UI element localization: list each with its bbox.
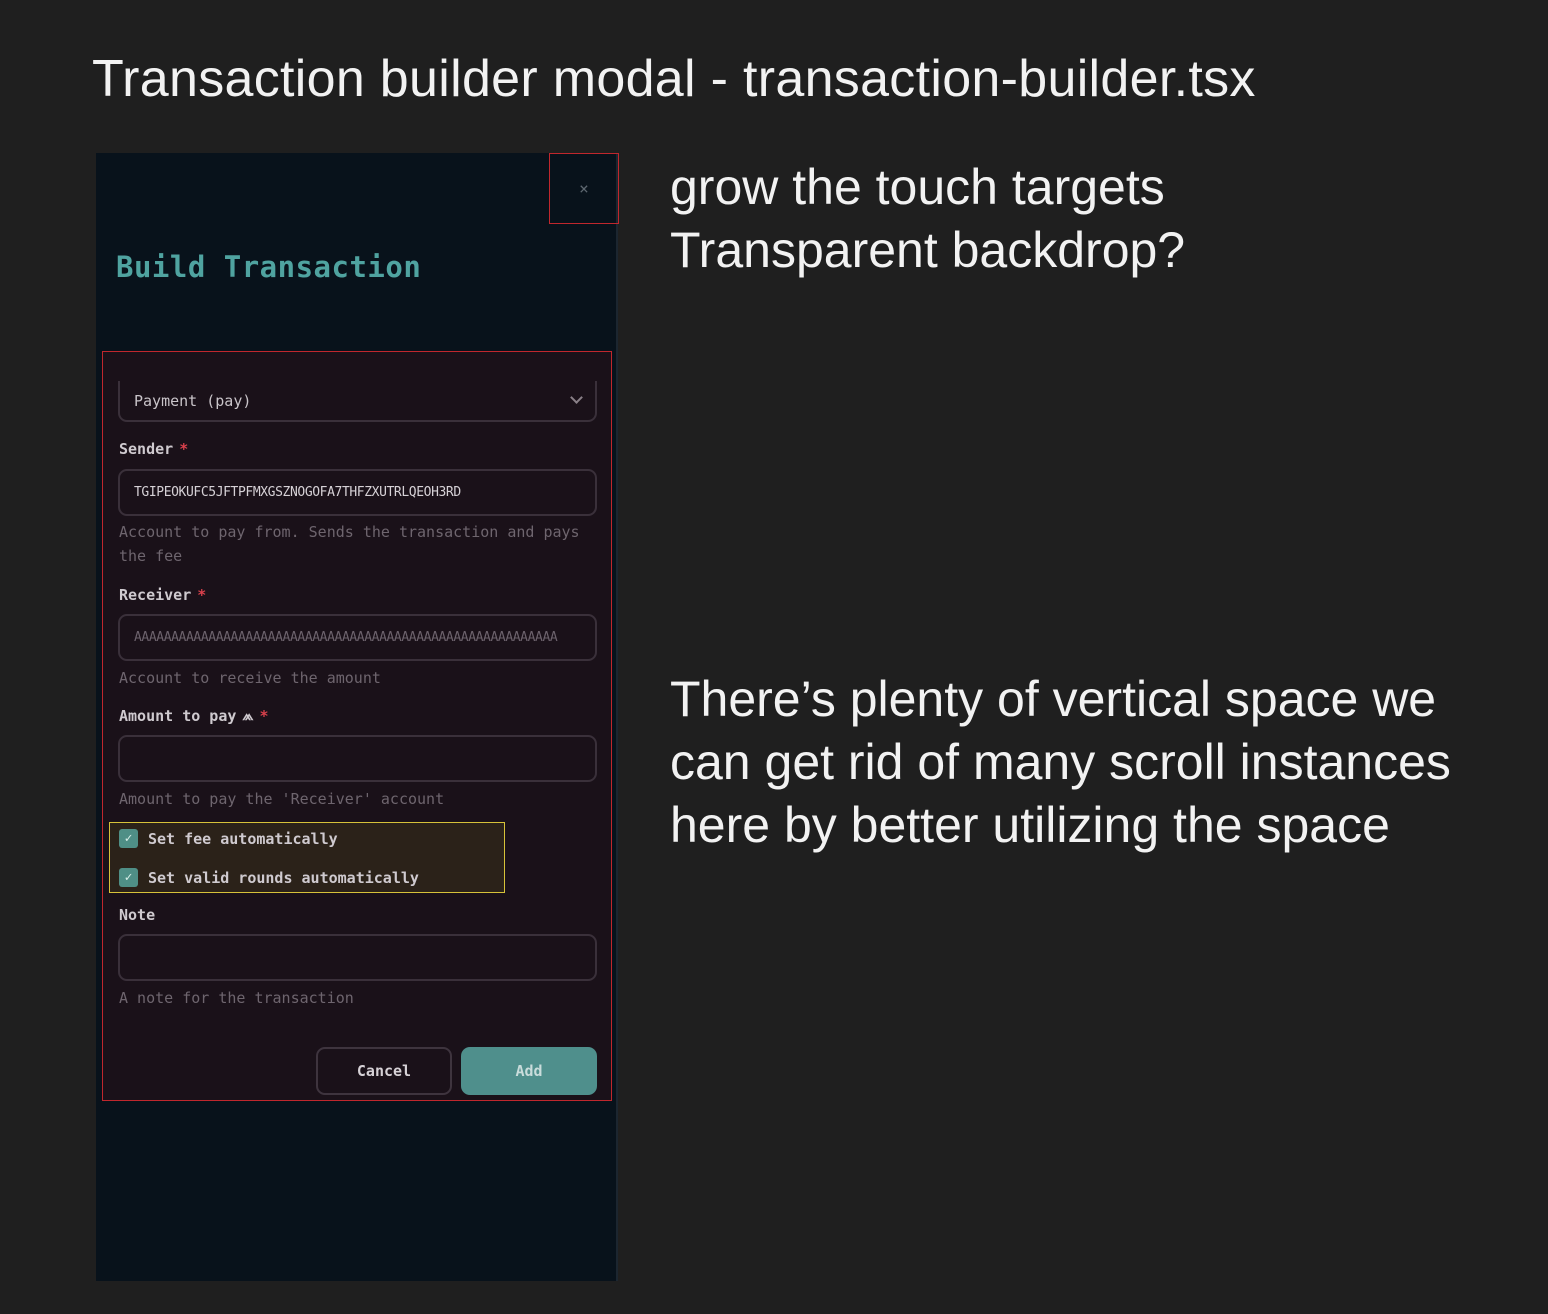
chevron-down-icon: [570, 391, 583, 404]
label-text: Receiver: [119, 586, 192, 604]
sender-value: TGIPEOKUFC5JFTPFMXGSZNOGOFA7THFZXUTRLQEO…: [134, 485, 461, 500]
note-label: Note: [119, 906, 155, 924]
set-fee-checkbox[interactable]: ✓ Set fee automatically: [119, 829, 338, 848]
modal-title: Build Transaction: [116, 250, 422, 284]
required-mark: *: [179, 440, 189, 458]
page-title: Transaction builder modal - transaction-…: [92, 50, 1256, 108]
receiver-field[interactable]: AAAAAAAAAAAAAAAAAAAAAAAAAAAAAAAAAAAAAAAA…: [118, 614, 597, 661]
note-field[interactable]: [118, 934, 597, 981]
annotation-line: grow the touch targets: [670, 159, 1165, 215]
amount-label: Amount to pay ⩕ *: [119, 707, 268, 725]
label-text: Note: [119, 906, 156, 924]
receiver-label: Receiver *: [119, 586, 206, 604]
annotation-vertical-space: There’s plenty of vertical space we can …: [670, 671, 1451, 853]
sender-label: Sender *: [119, 440, 188, 458]
checkmark-icon[interactable]: ✓: [119, 829, 138, 848]
amount-help: Amount to pay the 'Receiver' account: [119, 790, 445, 808]
required-mark: *: [197, 586, 207, 604]
checkbox-label: Set fee automatically: [148, 829, 338, 848]
label-text: Sender: [119, 440, 174, 458]
close-icon: ×: [579, 179, 589, 198]
checkbox-label: Set valid rounds automatically: [148, 868, 419, 887]
cancel-button[interactable]: Cancel: [316, 1047, 452, 1095]
sender-help: Account to pay from. Sends the transacti…: [119, 523, 580, 565]
required-mark: *: [259, 707, 269, 725]
receiver-placeholder: AAAAAAAAAAAAAAAAAAAAAAAAAAAAAAAAAAAAAAAA…: [134, 630, 558, 645]
close-button[interactable]: ×: [549, 153, 619, 224]
amount-field[interactable]: [118, 735, 597, 782]
algo-icon: ⩕: [242, 708, 254, 724]
label-text: Amount to pay: [119, 707, 237, 725]
receiver-help: Account to receive the amount: [119, 669, 381, 687]
sender-field[interactable]: TGIPEOKUFC5JFTPFMXGSZNOGOFA7THFZXUTRLQEO…: [118, 469, 597, 516]
add-button[interactable]: Add: [461, 1047, 597, 1095]
checkmark-icon[interactable]: ✓: [119, 868, 138, 887]
transaction-type-select[interactable]: Payment (pay): [118, 381, 597, 422]
set-valid-rounds-checkbox[interactable]: ✓ Set valid rounds automatically: [119, 868, 419, 887]
annotation-touch-targets: grow the touch targets Transparent backd…: [670, 156, 1430, 282]
note-help: A note for the transaction: [119, 989, 354, 1007]
select-value: Payment (pay): [134, 391, 252, 410]
annotation-line: Transparent backdrop?: [670, 222, 1186, 278]
